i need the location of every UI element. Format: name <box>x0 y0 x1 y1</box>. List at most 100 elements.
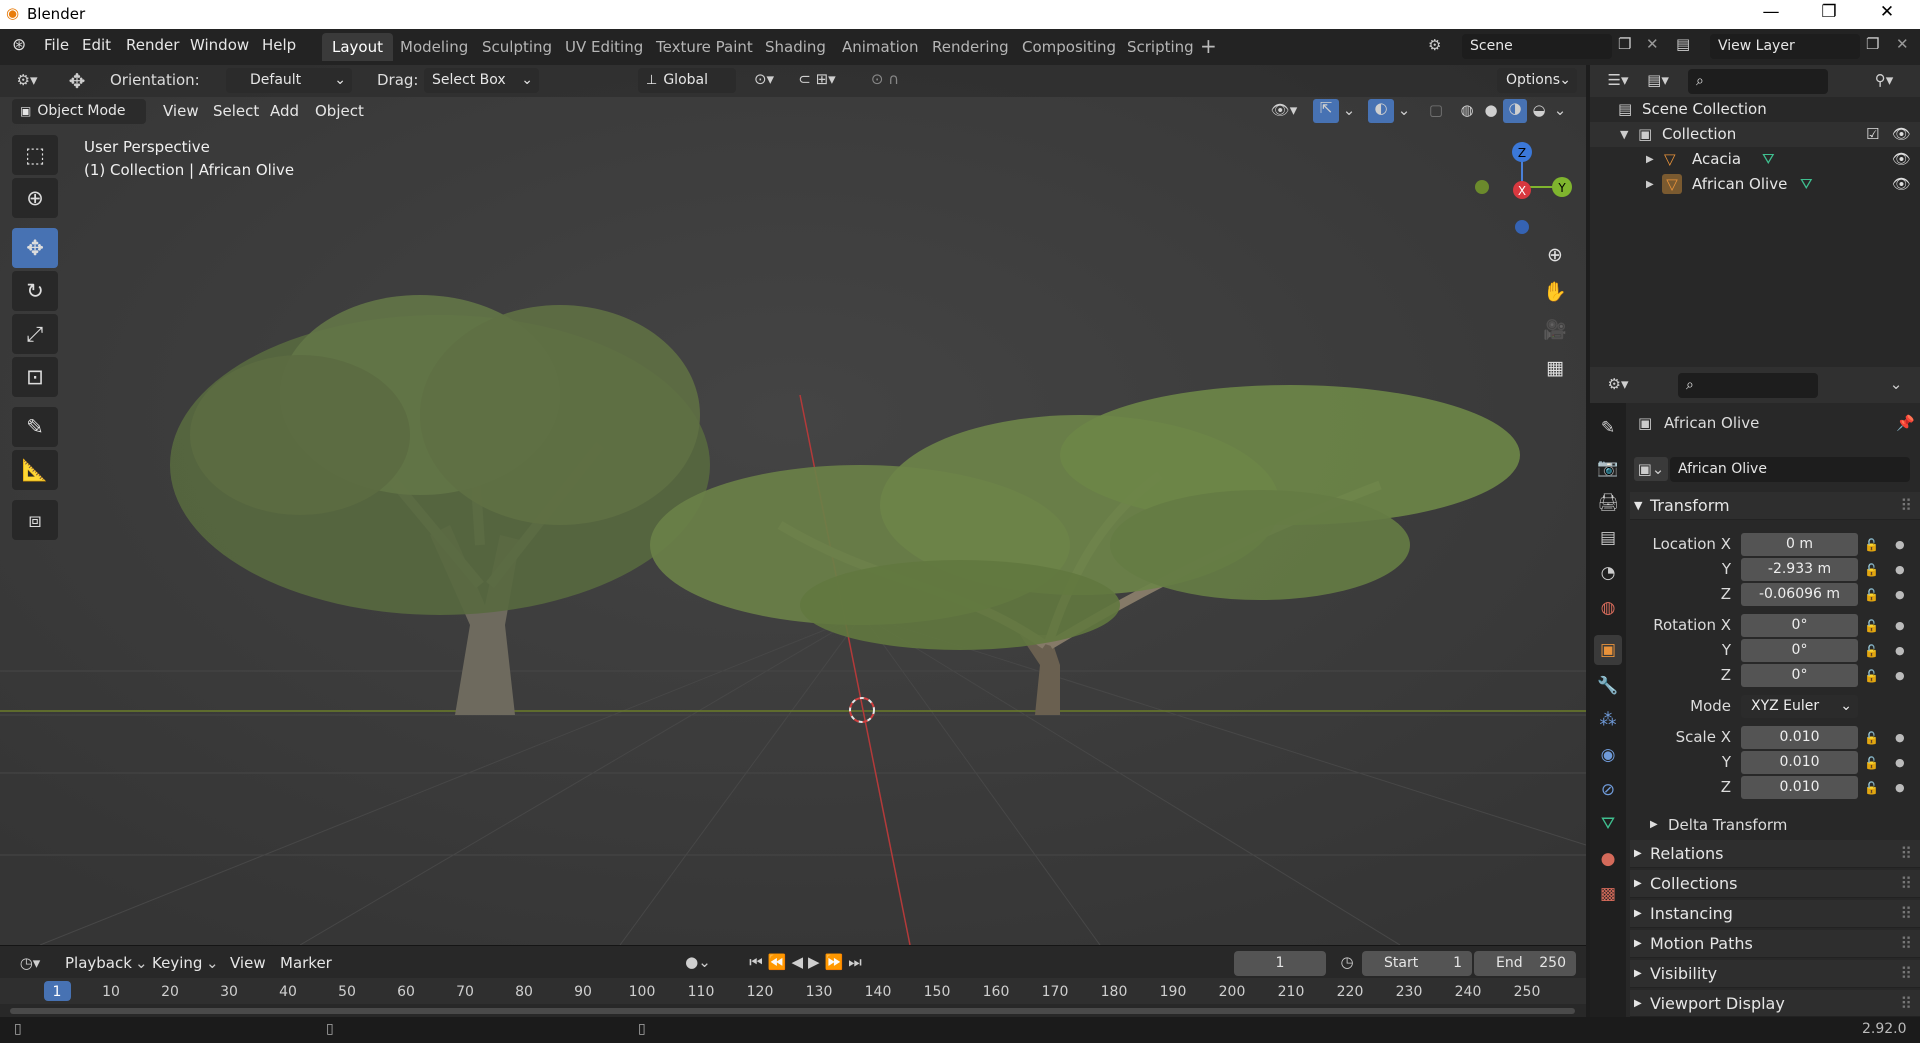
rotation-x-field[interactable]: 0° <box>1741 614 1858 637</box>
navigation-gizmo[interactable]: Z Y X <box>1470 135 1580 235</box>
expand-arrow-icon[interactable]: ▼ <box>1620 122 1628 147</box>
pivot-point-icon[interactable]: ⊙▾ <box>746 70 782 88</box>
add-cube-tool-icon[interactable]: ⧈ <box>12 500 58 540</box>
chevron-down-icon[interactable]: ⌄ <box>1886 375 1906 393</box>
menu-render[interactable]: Render <box>126 36 179 54</box>
outliner-row-african-olive[interactable]: ▶ ▽ African Olive ⛛ 👁 <box>1590 172 1920 197</box>
tab-scripting[interactable]: Scripting <box>1117 33 1204 61</box>
drag-handle-icon[interactable]: ⠿ <box>1900 930 1912 958</box>
visibility-icon[interactable]: 👁▾ <box>1266 101 1302 119</box>
drag-handle-icon[interactable]: ⠿ <box>1900 960 1912 988</box>
keyframe-dot-icon[interactable]: ● <box>1895 644 1905 657</box>
playback-controls-icon[interactable]: ⏮⏪◀▶⏩⏭ <box>733 953 883 971</box>
timeline-scrollbar[interactable] <box>10 1008 1575 1014</box>
properties-editor-icon[interactable]: ⚙▾ <box>1600 375 1636 393</box>
outliner-row-scene-collection[interactable]: ▤ Scene Collection <box>1590 97 1920 122</box>
scale-z-field[interactable]: 0.010 <box>1741 776 1858 799</box>
pan-hand-icon[interactable]: ✋ <box>1541 278 1569 306</box>
material-tab-icon[interactable]: ● <box>1594 844 1622 874</box>
collections-panel-header[interactable]: ▶ Collections ⠿ <box>1630 870 1920 898</box>
tool-tab-icon[interactable]: ✎ <box>1594 413 1622 443</box>
close-button[interactable]: ✕ <box>1876 2 1898 22</box>
pin-icon[interactable]: 📌 <box>1896 414 1915 432</box>
scale-x-field[interactable]: 0.010 <box>1741 726 1858 749</box>
scale-y-field[interactable]: 0.010 <box>1741 751 1858 774</box>
options-dropdown[interactable]: Options ⌄ <box>1497 68 1577 93</box>
preview-range-clock-icon[interactable]: ◷ <box>1336 953 1358 971</box>
keyframe-dot-icon[interactable]: ● <box>1895 619 1905 632</box>
checkbox-checked-icon[interactable]: ☑ <box>1866 122 1879 147</box>
start-frame-field[interactable]: Start 1 <box>1362 951 1472 976</box>
expand-arrow-icon[interactable]: ▶ <box>1646 172 1654 197</box>
timeline-menu-playback[interactable]: Playback <box>65 954 132 972</box>
overlays-icon[interactable]: ◐ <box>1368 99 1394 123</box>
tab-modeling[interactable]: Modeling <box>390 33 478 61</box>
keyframe-dot-icon[interactable]: ● <box>1895 756 1905 769</box>
lock-icon[interactable]: 🔓 <box>1864 588 1879 602</box>
rotate-tool-icon[interactable]: ↻ <box>12 271 58 311</box>
tab-rendering[interactable]: Rendering <box>922 33 1019 61</box>
location-z-field[interactable]: -0.06096 m <box>1741 583 1858 606</box>
zoom-icon[interactable]: ⊕ <box>1541 241 1569 269</box>
drag-handle-icon[interactable]: ⠿ <box>1900 990 1912 1018</box>
drag-dropdown[interactable]: Select Box ⌄ <box>424 68 539 93</box>
timeline-menu-marker[interactable]: Marker <box>280 954 332 972</box>
output-tab-icon[interactable]: 🖨 <box>1594 488 1622 518</box>
data-tab-icon[interactable]: ⛛ <box>1594 809 1622 839</box>
menu-window[interactable]: Window <box>190 36 249 54</box>
lock-icon[interactable]: 🔓 <box>1864 756 1879 770</box>
viewport-menu-object[interactable]: Object <box>315 102 364 120</box>
filter-icon[interactable]: ⚲▾ <box>1866 71 1902 89</box>
keyframe-dot-icon[interactable]: ● <box>1895 731 1905 744</box>
lock-icon[interactable]: 🔓 <box>1864 669 1879 683</box>
texture-tab-icon[interactable]: ▩ <box>1594 879 1622 909</box>
tab-layout[interactable]: Layout <box>322 33 393 61</box>
view-layer-tab-icon[interactable]: ▤ <box>1594 523 1622 553</box>
location-y-field[interactable]: -2.933 m <box>1741 558 1858 581</box>
tab-animation[interactable]: Animation <box>832 33 928 61</box>
location-x-field[interactable]: 0 m <box>1741 533 1858 556</box>
new-view-layer-icon[interactable]: ❐ <box>1866 35 1879 53</box>
outliner-row-collection[interactable]: ▼ ▣ Collection ☑ 👁 <box>1590 122 1920 147</box>
drag-handle-icon[interactable]: ⠿ <box>1900 870 1912 898</box>
tool-settings-icon[interactable]: ⚙▾ <box>12 71 42 89</box>
object-browse-icon[interactable]: ▣⌄ <box>1634 457 1668 481</box>
eye-icon[interactable]: 👁 <box>1892 172 1911 197</box>
viewport-display-panel-header[interactable]: ▶ Viewport Display ⠿ <box>1630 990 1920 1017</box>
view-layer-icon[interactable]: ▤ <box>1676 35 1690 53</box>
gizmo-toggle-icon[interactable]: ⇱ <box>1313 99 1339 123</box>
rotation-z-field[interactable]: 0° <box>1741 664 1858 687</box>
mesh-data-icon[interactable]: ⛛ <box>1762 147 1775 172</box>
viewport-menu-add[interactable]: Add <box>270 102 299 120</box>
cursor-tool-icon[interactable]: ⊕ <box>12 178 58 218</box>
properties-search-input[interactable]: ⌕ <box>1678 373 1818 398</box>
eye-icon[interactable]: 👁 <box>1892 147 1911 172</box>
timeline-menu-view[interactable]: View <box>230 954 266 972</box>
scale-tool-icon[interactable]: ⤢ <box>12 314 58 354</box>
select-box-tool-icon[interactable]: ⬚ <box>12 135 58 175</box>
end-frame-field[interactable]: End 250 <box>1474 951 1576 976</box>
visibility-panel-header[interactable]: ▶ Visibility ⠿ <box>1630 960 1920 988</box>
move-tool-button-icon[interactable]: ✥ <box>12 228 58 268</box>
display-mode-icon[interactable]: ▤▾ <box>1640 71 1676 89</box>
mesh-data-icon[interactable]: ⛛ <box>1800 172 1813 197</box>
menu-edit[interactable]: Edit <box>82 36 111 54</box>
transform-panel-header[interactable]: ▼ Transform ⠿ <box>1630 492 1920 520</box>
render-tab-icon[interactable]: 📷 <box>1594 453 1622 483</box>
eye-icon[interactable]: 👁 <box>1892 122 1911 147</box>
current-frame-field[interactable]: 1 <box>1234 951 1326 976</box>
add-workspace-icon[interactable]: + <box>1200 34 1217 58</box>
record-icon[interactable]: ●⌄ <box>678 953 718 971</box>
view-layer-field[interactable]: View Layer <box>1710 34 1860 59</box>
keyframe-dot-icon[interactable]: ● <box>1895 781 1905 794</box>
keyframe-dot-icon[interactable]: ● <box>1895 588 1905 601</box>
delta-transform-subpanel[interactable]: ▶ Delta Transform <box>1640 812 1910 838</box>
snapping-icon[interactable]: ⊂ ⊞▾ <box>790 70 844 88</box>
chevron-down-icon[interactable]: ⌄ <box>1342 101 1356 119</box>
object-tab-icon[interactable]: ▣ <box>1594 635 1622 665</box>
lock-icon[interactable]: 🔓 <box>1864 563 1879 577</box>
viewport-menu-select[interactable]: Select <box>213 102 259 120</box>
tab-shading[interactable]: Shading <box>755 33 836 61</box>
orientation-dropdown[interactable]: Default ⌄ <box>226 68 352 93</box>
xray-icon[interactable]: ▢ <box>1424 101 1448 119</box>
